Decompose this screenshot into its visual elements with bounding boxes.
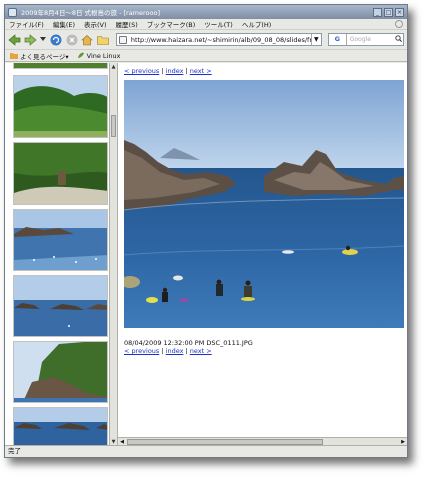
bookmark-label: よく見るページ▾: [20, 52, 69, 61]
thumbnail-3[interactable]: [13, 142, 108, 205]
slide-photo: [124, 80, 404, 328]
thumbnail-2[interactable]: [13, 75, 108, 138]
previous-link[interactable]: < previous: [124, 67, 159, 75]
chevron-down-icon: [40, 37, 47, 41]
vine-leaf-icon: [77, 52, 84, 58]
forward-arrow-icon: [24, 33, 37, 46]
thumbnail-frame[interactable]: [5, 63, 109, 446]
search-icon[interactable]: [393, 35, 403, 44]
thumbnail-7[interactable]: [13, 407, 108, 446]
bookmark-label: Vine Linux: [86, 51, 121, 60]
address-bar[interactable]: http://www.haizara.net/~shimirin/alb/09_…: [115, 33, 322, 46]
minimize-button[interactable]: _: [373, 7, 382, 17]
photo-info: 08/04/2009 12:32:00 PM DSC_0111.JPG: [124, 339, 253, 347]
menu-history[interactable]: 履歴(S): [116, 19, 138, 29]
bookmark-folder-button[interactable]: [96, 33, 110, 47]
bookmark-vine-linux[interactable]: Vine Linux: [77, 51, 121, 60]
index-link[interactable]: index: [166, 67, 184, 75]
firefox-icon: [8, 7, 17, 17]
back-button[interactable]: [8, 33, 22, 47]
page-icon: [118, 35, 127, 44]
history-dropdown-button[interactable]: [39, 33, 47, 47]
window-title: 2009年8月4日〜8日 式根島の旅 - [ramerooo]: [21, 9, 161, 17]
slide-caption: 08/04/2009 12:32:00 PM DSC_0111.JPG < pr…: [124, 339, 253, 355]
status-bar: 完了: [5, 445, 407, 457]
menu-bar: ファイル(F) 編集(E) 表示(V) 履歴(S) ブックマーク(B) ツール(…: [5, 19, 407, 30]
scroll-up-arrow-icon[interactable]: ▲: [110, 63, 117, 71]
slide-nav-bottom: < previous | index | next >: [124, 347, 253, 355]
close-button[interactable]: ×: [395, 7, 404, 17]
stop-button[interactable]: [65, 33, 79, 47]
folder-icon: [10, 53, 18, 59]
home-button[interactable]: [81, 33, 95, 47]
menu-edit[interactable]: 編集(E): [53, 19, 75, 29]
stop-icon: [66, 34, 78, 45]
magnifier-icon: [394, 35, 402, 42]
reload-icon: [50, 34, 62, 45]
menu-bookmarks[interactable]: ブックマーク(B): [147, 19, 196, 29]
url-dropdown-button[interactable]: ▼: [310, 34, 321, 45]
index-link[interactable]: index: [166, 347, 184, 355]
folder-icon: [97, 35, 109, 45]
back-arrow-icon: [8, 33, 21, 46]
search-engine-button[interactable]: G: [329, 34, 347, 45]
reload-button[interactable]: [49, 33, 63, 47]
next-link[interactable]: next >: [190, 67, 212, 75]
slide-nav-top: < previous | index | next >: [124, 67, 212, 75]
scrollbar-thumb[interactable]: [111, 115, 116, 137]
search-box[interactable]: G Google: [327, 33, 405, 46]
forward-button[interactable]: [24, 33, 38, 47]
thumbnail-scrollbar[interactable]: ▲ ▼: [109, 63, 118, 446]
browser-window: 2009年8月4日〜8日 式根島の旅 - [ramerooo] _ □ × ファ…: [4, 4, 408, 458]
bookmark-most-visited[interactable]: よく見るページ▾: [10, 51, 69, 61]
maximize-button[interactable]: □: [384, 7, 393, 17]
search-input[interactable]: Google: [347, 36, 393, 43]
menu-help[interactable]: ヘルプ(H): [242, 19, 271, 29]
thumbnail-1[interactable]: [13, 63, 108, 69]
thumbnail-6[interactable]: [13, 341, 108, 403]
title-bar: 2009年8月4日〜8日 式根島の旅 - [ramerooo] _ □ ×: [5, 5, 407, 19]
previous-link[interactable]: < previous: [124, 347, 159, 355]
menu-file[interactable]: ファイル(F): [9, 19, 44, 29]
menu-tools[interactable]: ツール(T): [204, 19, 233, 29]
thumbnail-5[interactable]: [13, 275, 108, 337]
url-input[interactable]: http://www.haizara.net/~shimirin/alb/09_…: [131, 36, 311, 44]
bookmarks-toolbar: よく見るページ▾ Vine Linux: [5, 50, 407, 62]
home-icon: [81, 34, 94, 45]
status-text: 完了: [8, 447, 21, 455]
content-frames: ▲ ▼ < previous | index | next > 08/04/20…: [5, 63, 407, 446]
next-link[interactable]: next >: [190, 347, 212, 355]
thumbnail-4[interactable]: [13, 209, 108, 271]
slide-frame: < previous | index | next > 08/04/2009 1…: [118, 63, 407, 446]
throbber-icon: [395, 20, 403, 28]
menu-view[interactable]: 表示(V): [84, 19, 107, 29]
navigation-toolbar: http://www.haizara.net/~shimirin/alb/09_…: [5, 30, 407, 50]
